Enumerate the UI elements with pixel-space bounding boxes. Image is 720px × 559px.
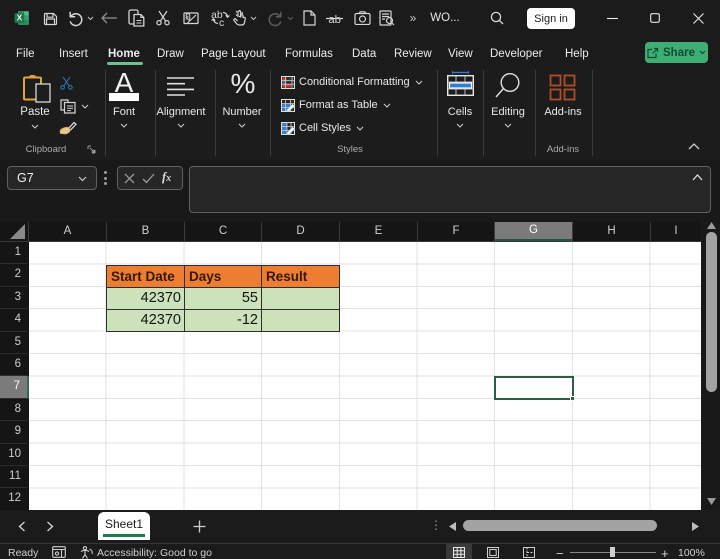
svg-text:ab: ab — [328, 13, 341, 25]
svg-text:c: c — [219, 17, 224, 27]
svg-text:X: X — [17, 13, 23, 23]
